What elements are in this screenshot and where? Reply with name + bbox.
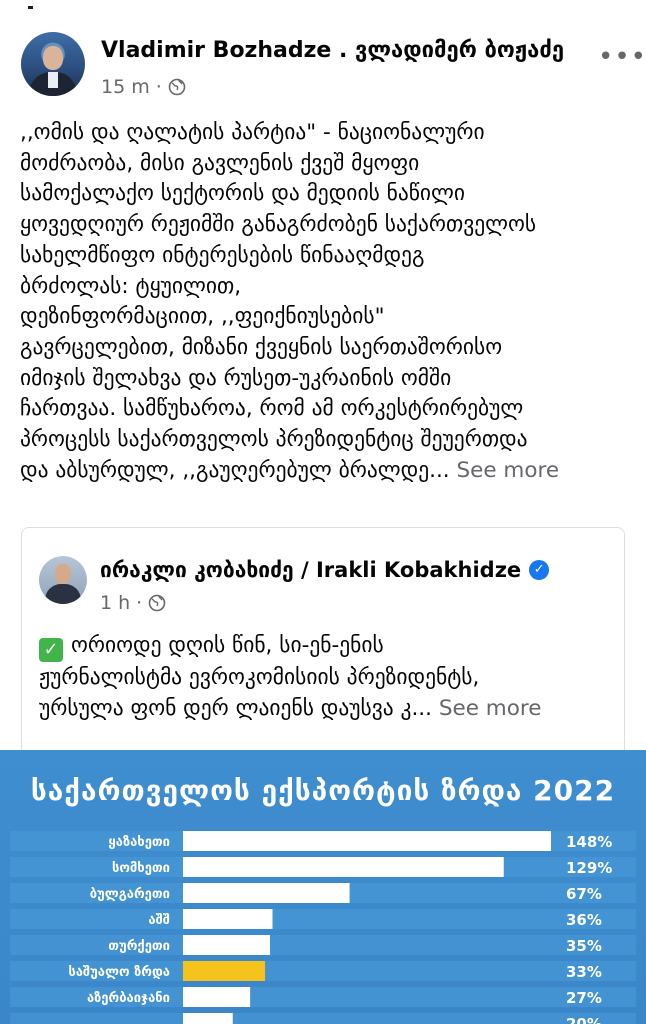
shared-post-body: ✓ ორიოდე დღის წინ, სი-ენ-ენის ჟურნალისტმა… (39, 630, 609, 724)
chart-row-band (10, 1013, 636, 1024)
chart-category-label: ბულგარეთი (90, 887, 170, 902)
chart-value-label: 148% (566, 833, 612, 851)
shared-see-more-link[interactable]: See more (439, 696, 542, 721)
post-meta: 15 m · (101, 76, 186, 98)
shared-post-card[interactable]: ირაკლი კობახიძე / Irakli Kobakhidze ✓ 1 … (21, 527, 625, 767)
chart-row-band (10, 935, 636, 955)
shared-post-meta: 1 h · (100, 592, 166, 614)
status-bar-mark (28, 6, 33, 9)
author-avatar[interactable] (21, 32, 85, 96)
chart-value-label: 35% (566, 937, 602, 955)
chart-bar (183, 935, 271, 955)
shared-author-avatar[interactable] (39, 556, 87, 604)
chart-category-label: საშუალო ზრდა (68, 965, 170, 980)
bar-chart: ყაზახეთი 148% სომხეთი 129% ბულგარეთი 67% აშშ 36… (10, 831, 636, 1024)
post-author-name[interactable]: Vladimir Bozhadze . ვლადიმერ ბოჟაძე (101, 38, 564, 63)
meta-separator: · (136, 592, 143, 614)
chart-category-label: თურქეთი (108, 939, 170, 954)
meta-separator: · (155, 76, 162, 98)
export-growth-chart-image[interactable]: საქართველოს ექსპორტის ზრდა 2022 ყაზახეთი… (0, 750, 646, 1024)
globe-icon (148, 594, 166, 612)
post-body: ,,ომის და ღალატის პარტია" - ნაციონალური … (20, 118, 626, 486)
chart-value-label: 33% (566, 963, 602, 981)
chart-value-label: 20% (566, 1015, 602, 1024)
see-more-link[interactable]: See more (456, 458, 559, 483)
shared-post-timestamp[interactable]: 1 h (100, 592, 130, 614)
chart-bar (183, 987, 251, 1007)
shared-author-row: ირაკლი კობახიძე / Irakli Kobakhidze ✓ (100, 558, 550, 582)
chart-bar (183, 831, 551, 851)
chart-value-label: 27% (566, 989, 602, 1007)
globe-icon (168, 78, 186, 96)
chart-category-label: ყაზახეთი (108, 835, 170, 850)
verified-badge-icon: ✓ (529, 560, 550, 580)
chart-bar (183, 883, 350, 903)
chart-category-label: აზერბაიჯანი (87, 991, 170, 1006)
chart-category-label: აშშ (148, 913, 170, 928)
chart-value-label: 67% (566, 885, 602, 903)
shared-author-name[interactable]: ირაკლი კობახიძე / Irakli Kobakhidze (100, 558, 521, 582)
post-text: ,,ომის და ღალატის პარტია" - ნაციონალური … (20, 120, 537, 483)
chart-category-label: სომხეთი (112, 861, 170, 876)
post-timestamp[interactable]: 15 m (101, 76, 150, 98)
chart-value-label: 36% (566, 911, 602, 929)
shared-post-text: ორიოდე დღის წინ, სი-ენ-ენის ჟურნალისტმა … (39, 633, 480, 721)
chart-bar (183, 909, 273, 929)
chart-bar (183, 961, 266, 981)
chart-bar (183, 1013, 233, 1024)
chart-row-band (10, 909, 636, 929)
chart-bar (183, 857, 504, 877)
check-mark-icon: ✓ (39, 638, 63, 662)
more-dots-icon[interactable]: ••• (598, 42, 646, 72)
chart-value-label: 129% (566, 859, 612, 877)
